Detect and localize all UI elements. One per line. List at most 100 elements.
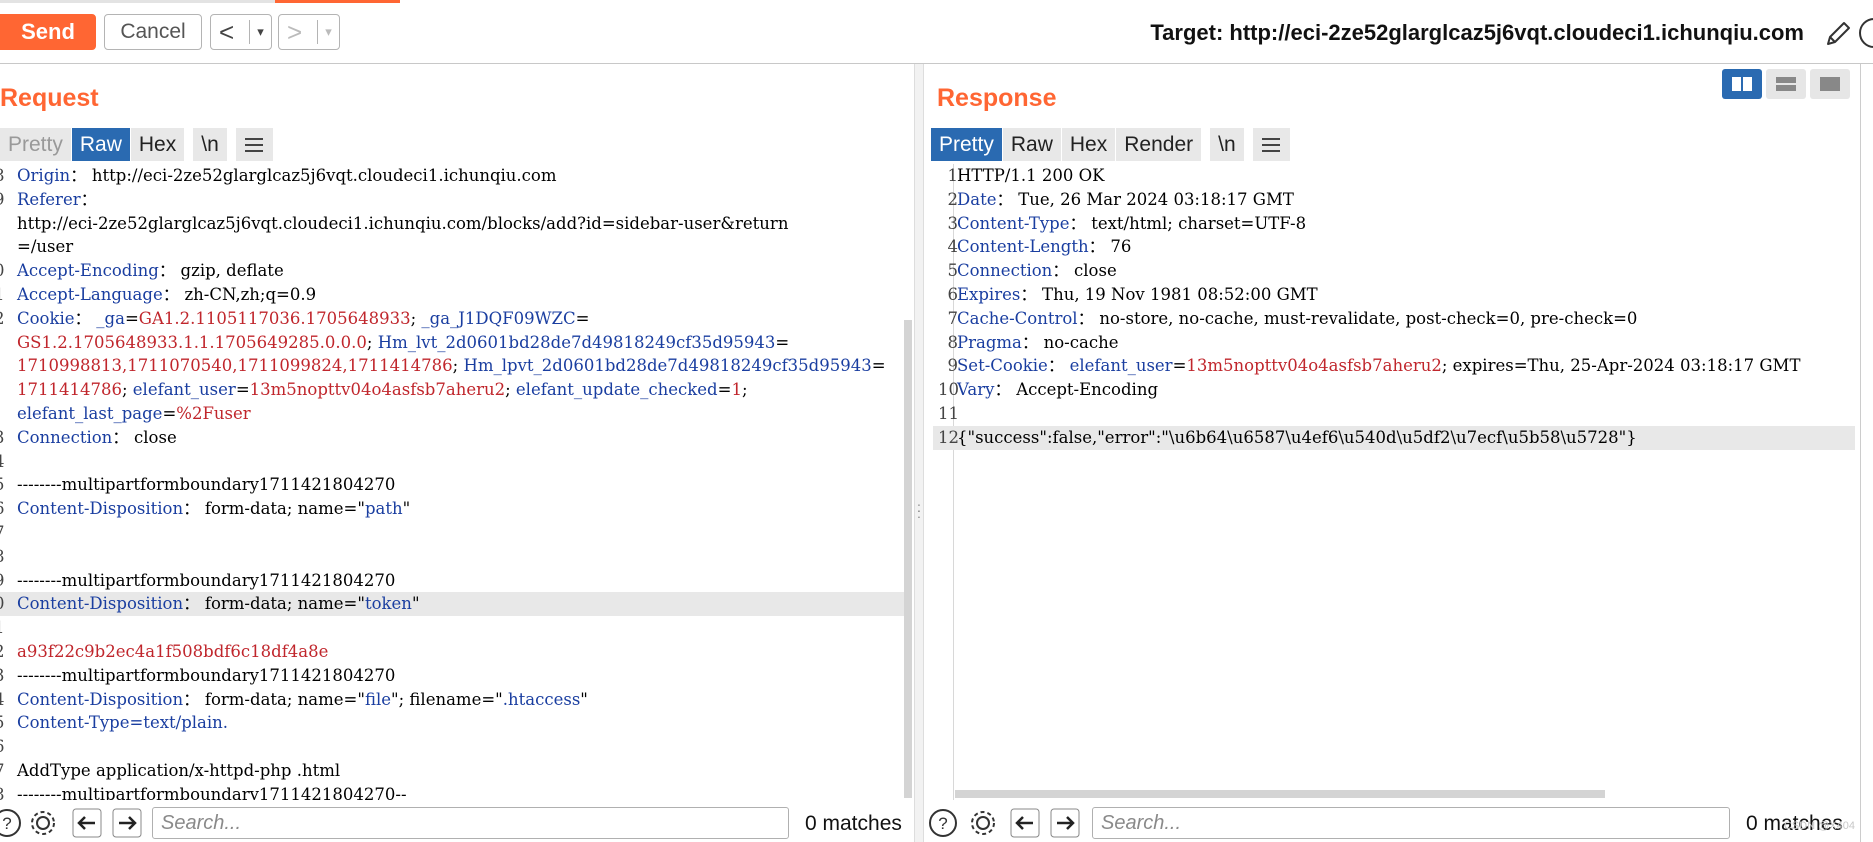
response-line[interactable]: 10 Vary： Accept-Encoding <box>933 378 1855 402</box>
response-tab-hex[interactable]: Hex <box>1061 128 1117 161</box>
response-search-field[interactable] <box>1092 807 1730 839</box>
request-tab-hex[interactable]: Hex <box>130 128 186 161</box>
response-line[interactable]: 3 Content-Type： text/html; charset=UTF-8 <box>933 212 1855 236</box>
response-editor[interactable]: 1 HTTP/1.1 200 OK 2 Date： Tue, 26 Mar 2024 … <box>933 164 1855 800</box>
request-line[interactable]: http://eci-2ze52glarglcaz5j6vqt.cloudeci… <box>0 212 905 236</box>
line-text: Expires： Thu, 19 Nov 1981 08:52:00 GMT <box>957 283 1318 307</box>
response-line[interactable]: 5 Connection： close <box>933 259 1855 283</box>
request-line[interactable]: 4 <box>0 450 905 474</box>
response-line[interactable]: 6 Expires： Thu, 19 Nov 1981 08:52:00 GMT <box>933 283 1855 307</box>
request-line[interactable]: 1711414786; elefant_user=13m5nopttv04o4a… <box>0 378 905 402</box>
request-line[interactable]: 3 --------multipartformboundary1711421804… <box>0 664 905 688</box>
header-name: Content-Type <box>17 713 130 733</box>
text-segment: ; <box>741 380 748 400</box>
response-tab-render[interactable]: Render <box>1116 128 1203 161</box>
panel-splitter[interactable]: :: <box>914 64 924 842</box>
top-toolbar: Send Cancel < ▾ > ▾ Target: http://eci-2… <box>0 0 1873 64</box>
send-button[interactable]: Send <box>0 14 96 50</box>
response-search-input[interactable] <box>1101 809 1729 838</box>
response-line[interactable]: 4 Content-Length： 76 <box>933 235 1855 259</box>
text-segment: HTTP/1.1 200 OK <box>957 166 1105 185</box>
gear-icon[interactable] <box>966 806 1000 840</box>
rows-icon <box>1776 77 1796 91</box>
response-tab-raw[interactable]: Raw <box>1002 128 1062 161</box>
arrow-left-icon[interactable] <box>1008 806 1042 840</box>
request-line[interactable]: 0 Accept-Encoding： gzip, deflate <box>0 259 905 283</box>
text-segment: ： form-data; name=" <box>183 689 365 709</box>
pencil-edit-icon[interactable] <box>1822 18 1854 50</box>
response-line[interactable]: 9 Set-Cookie： elefant_user=13m5nopttv04o4… <box>933 354 1855 378</box>
request-line[interactable]: elefant_last_page=%2Fuser <box>0 402 905 426</box>
request-menu-button[interactable] <box>235 128 274 161</box>
request-line[interactable]: 9 Referer： <box>0 188 905 212</box>
forward-arrow-icon: > <box>287 16 303 47</box>
layout-stacked-button[interactable] <box>1766 69 1806 99</box>
response-line[interactable]: 11 <box>933 402 1855 426</box>
response-view-tabs: Pretty Raw Hex Render \n <box>931 128 1291 161</box>
request-line[interactable]: 6 <box>0 735 905 759</box>
request-line[interactable]: =/user <box>0 235 905 259</box>
request-line[interactable]: GS1.2.1705648933.1.1.1705649285.0.0.0; H… <box>0 331 905 355</box>
history-back-button[interactable]: < ▾ <box>210 14 272 50</box>
arrow-right-icon[interactable] <box>110 806 144 840</box>
help-icon[interactable]: ? <box>926 806 960 840</box>
request-line[interactable]: 2Cookie： _ga=GA1.2.1105117036.1705648933… <box>0 307 905 331</box>
header-name: Cookie <box>17 308 75 328</box>
request-tab-newline[interactable]: \n <box>193 128 228 161</box>
request-line[interactable]: 8 Origin： http://eci-2ze52glarglcaz5j6vqt… <box>0 164 905 188</box>
text-segment: --------multipartformboundary17114218042… <box>17 570 396 590</box>
text-segment: ： <box>74 308 97 328</box>
request-line[interactable]: 1 <box>0 616 905 640</box>
request-line[interactable]: 7 AddType application/x-httpd-php .html <box>0 759 905 783</box>
response-menu-button[interactable] <box>1252 128 1291 161</box>
arrow-left-icon[interactable] <box>70 806 104 840</box>
response-line[interactable]: 2 Date： Tue, 26 Mar 2024 03:18:17 GMT <box>933 188 1855 212</box>
request-line[interactable]: 8 <box>0 545 905 569</box>
request-line[interactable]: 1710998813,1711070540,1711099824,1711414… <box>0 354 905 378</box>
arrow-right-icon[interactable] <box>1048 806 1082 840</box>
response-line[interactable]: 12 {"success":false,"error":"\u6b64\u6587… <box>933 425 1855 450</box>
request-title: Request <box>0 84 99 112</box>
request-search-field[interactable] <box>152 807 789 839</box>
header-name: Referer <box>17 189 81 209</box>
layout-tabs-button[interactable] <box>1810 69 1850 99</box>
request-line[interactable]: 7 <box>0 521 905 545</box>
request-line[interactable]: 9 --------multipartformboundary1711421804… <box>0 569 905 593</box>
response-line[interactable]: 7 Cache-Control： no-store, no-cache, must… <box>933 307 1855 331</box>
request-line[interactable]: 6 Content-Disposition： form-data; name="p… <box>0 497 905 521</box>
response-line[interactable]: 1 HTTP/1.1 200 OK <box>933 164 1855 188</box>
line-number: 7 <box>0 759 9 783</box>
forward-dropdown-icon[interactable]: ▾ <box>317 20 339 44</box>
help-icon[interactable]: ? <box>0 806 24 840</box>
request-search-input[interactable] <box>161 809 788 838</box>
request-tab-raw[interactable]: Raw <box>71 128 131 161</box>
request-scrollbar[interactable] <box>904 320 912 798</box>
response-tab-newline[interactable]: \n <box>1210 128 1245 161</box>
target-url[interactable]: Target: http://eci-2ze52glarglcaz5j6vqt.… <box>1150 20 1804 46</box>
token-value: 1711414786 <box>17 380 122 400</box>
header-name: Expires <box>957 284 1021 304</box>
request-editor[interactable]: 8Origin： http://eci-2ze52glarglcaz5j6vqt… <box>0 164 905 800</box>
response-horizontal-scrollbar[interactable] <box>955 790 1605 798</box>
cancel-button[interactable]: Cancel <box>104 14 202 50</box>
text-segment: = <box>1172 356 1187 376</box>
back-dropdown-icon[interactable]: ▾ <box>249 20 271 44</box>
request-line[interactable]: 0 Content-Disposition： form-data; name="t… <box>0 592 905 617</box>
request-line[interactable]: 5 --------multipartformboundary1711421804… <box>0 473 905 497</box>
line-text: Content-Length： 76 <box>957 235 1131 259</box>
request-line[interactable]: 8 --------multipartformboundary1711421804… <box>0 783 905 800</box>
request-line[interactable]: 5 Content-Type=text/plain. <box>0 711 905 735</box>
response-line[interactable]: 8 Pragma： no-cache <box>933 331 1855 355</box>
line-text: Referer： <box>17 188 97 212</box>
request-line[interactable]: 4 Content-Disposition： form-data; name="f… <box>0 688 905 712</box>
request-line[interactable]: 2 a93f22c9b2ec4a1f508bdf6c18df4a8e <box>0 640 905 664</box>
layout-side-by-side-button[interactable] <box>1722 69 1762 99</box>
history-forward-button[interactable]: > ▾ <box>278 14 340 50</box>
request-line[interactable]: 3 Connection： close <box>0 426 905 450</box>
help-icon[interactable] <box>1859 18 1873 48</box>
request-line[interactable]: 1 Accept-Language： zh-CN,zh;q=0.9 <box>0 283 905 307</box>
gear-icon[interactable] <box>26 806 60 840</box>
text-segment: http://eci-2ze52glarglcaz5j6vqt.cloudeci… <box>17 213 789 233</box>
response-tab-pretty[interactable]: Pretty <box>931 128 1003 161</box>
request-tab-pretty[interactable]: Pretty <box>0 128 72 161</box>
